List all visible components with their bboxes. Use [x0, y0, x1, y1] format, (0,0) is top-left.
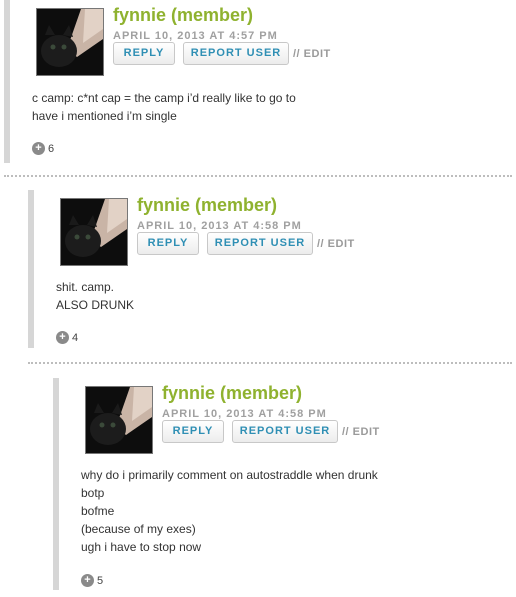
comment-actions: REPLY REPORT USER // EDIT: [113, 42, 331, 65]
comment-actions: REPLY REPORT USER // EDIT: [137, 232, 355, 255]
comment-line: botp: [81, 486, 105, 500]
comment-line: ugh i have to stop now: [81, 540, 202, 554]
comment-line: have i mentioned i’m single: [32, 109, 177, 123]
vote-number: 5: [97, 574, 104, 587]
vote-number: 6: [48, 142, 55, 155]
comment-line: why do i primarily comment on autostradd…: [81, 468, 378, 482]
comment-line: bofme: [81, 504, 115, 518]
author-name[interactable]: fynnie (member): [113, 5, 253, 26]
vote-count: + 4: [56, 331, 78, 344]
vote-count: + 5: [81, 574, 103, 587]
comment: fynnie (member) APRIL 10, 2013 AT 4:58 P…: [28, 190, 516, 348]
report-user-button[interactable]: REPORT USER: [232, 420, 338, 443]
comment: fynnie (member) APRIL 10, 2013 AT 4:58 P…: [53, 378, 516, 590]
avatar[interactable]: [36, 8, 104, 76]
edit-link[interactable]: // EDIT: [342, 426, 380, 438]
reply-button[interactable]: REPLY: [113, 42, 175, 65]
author-name[interactable]: fynnie (member): [162, 383, 302, 404]
edit-link[interactable]: // EDIT: [293, 48, 331, 60]
comment-date[interactable]: APRIL 10, 2013 AT 4:58 PM: [162, 408, 327, 420]
avatar[interactable]: [60, 198, 128, 266]
plus-circle-icon[interactable]: +: [81, 574, 94, 587]
cat-avatar-image: [86, 387, 152, 453]
comment: fynnie (member) APRIL 10, 2013 AT 4:57 P…: [4, 0, 516, 163]
comment-body: c camp: c*nt cap = the camp i’d really l…: [32, 89, 296, 125]
comment-separator: [28, 362, 512, 364]
edit-link[interactable]: // EDIT: [317, 238, 355, 250]
comment-date[interactable]: APRIL 10, 2013 AT 4:57 PM: [113, 30, 278, 42]
comment-line: c camp: c*nt cap = the camp i’d really l…: [32, 91, 296, 105]
vote-count: + 6: [32, 142, 54, 155]
comment-date[interactable]: APRIL 10, 2013 AT 4:58 PM: [137, 220, 302, 232]
comment-body: shit. camp. ALSO DRUNK: [56, 278, 134, 314]
comment-actions: REPLY REPORT USER // EDIT: [162, 420, 380, 443]
plus-circle-icon[interactable]: +: [56, 331, 69, 344]
report-user-button[interactable]: REPORT USER: [183, 42, 289, 65]
reply-button[interactable]: REPLY: [137, 232, 199, 255]
comment-line: (because of my exes): [81, 522, 196, 536]
reply-button[interactable]: REPLY: [162, 420, 224, 443]
cat-avatar-image: [61, 199, 127, 265]
author-name[interactable]: fynnie (member): [137, 195, 277, 216]
comment-line: shit. camp.: [56, 280, 115, 294]
comment-line: ALSO DRUNK: [56, 298, 135, 312]
comment-body: why do i primarily comment on autostradd…: [81, 466, 378, 556]
report-user-button[interactable]: REPORT USER: [207, 232, 313, 255]
vote-number: 4: [72, 331, 79, 344]
comment-separator: [4, 175, 512, 177]
cat-avatar-image: [37, 9, 103, 75]
avatar[interactable]: [85, 386, 153, 454]
plus-circle-icon[interactable]: +: [32, 142, 45, 155]
